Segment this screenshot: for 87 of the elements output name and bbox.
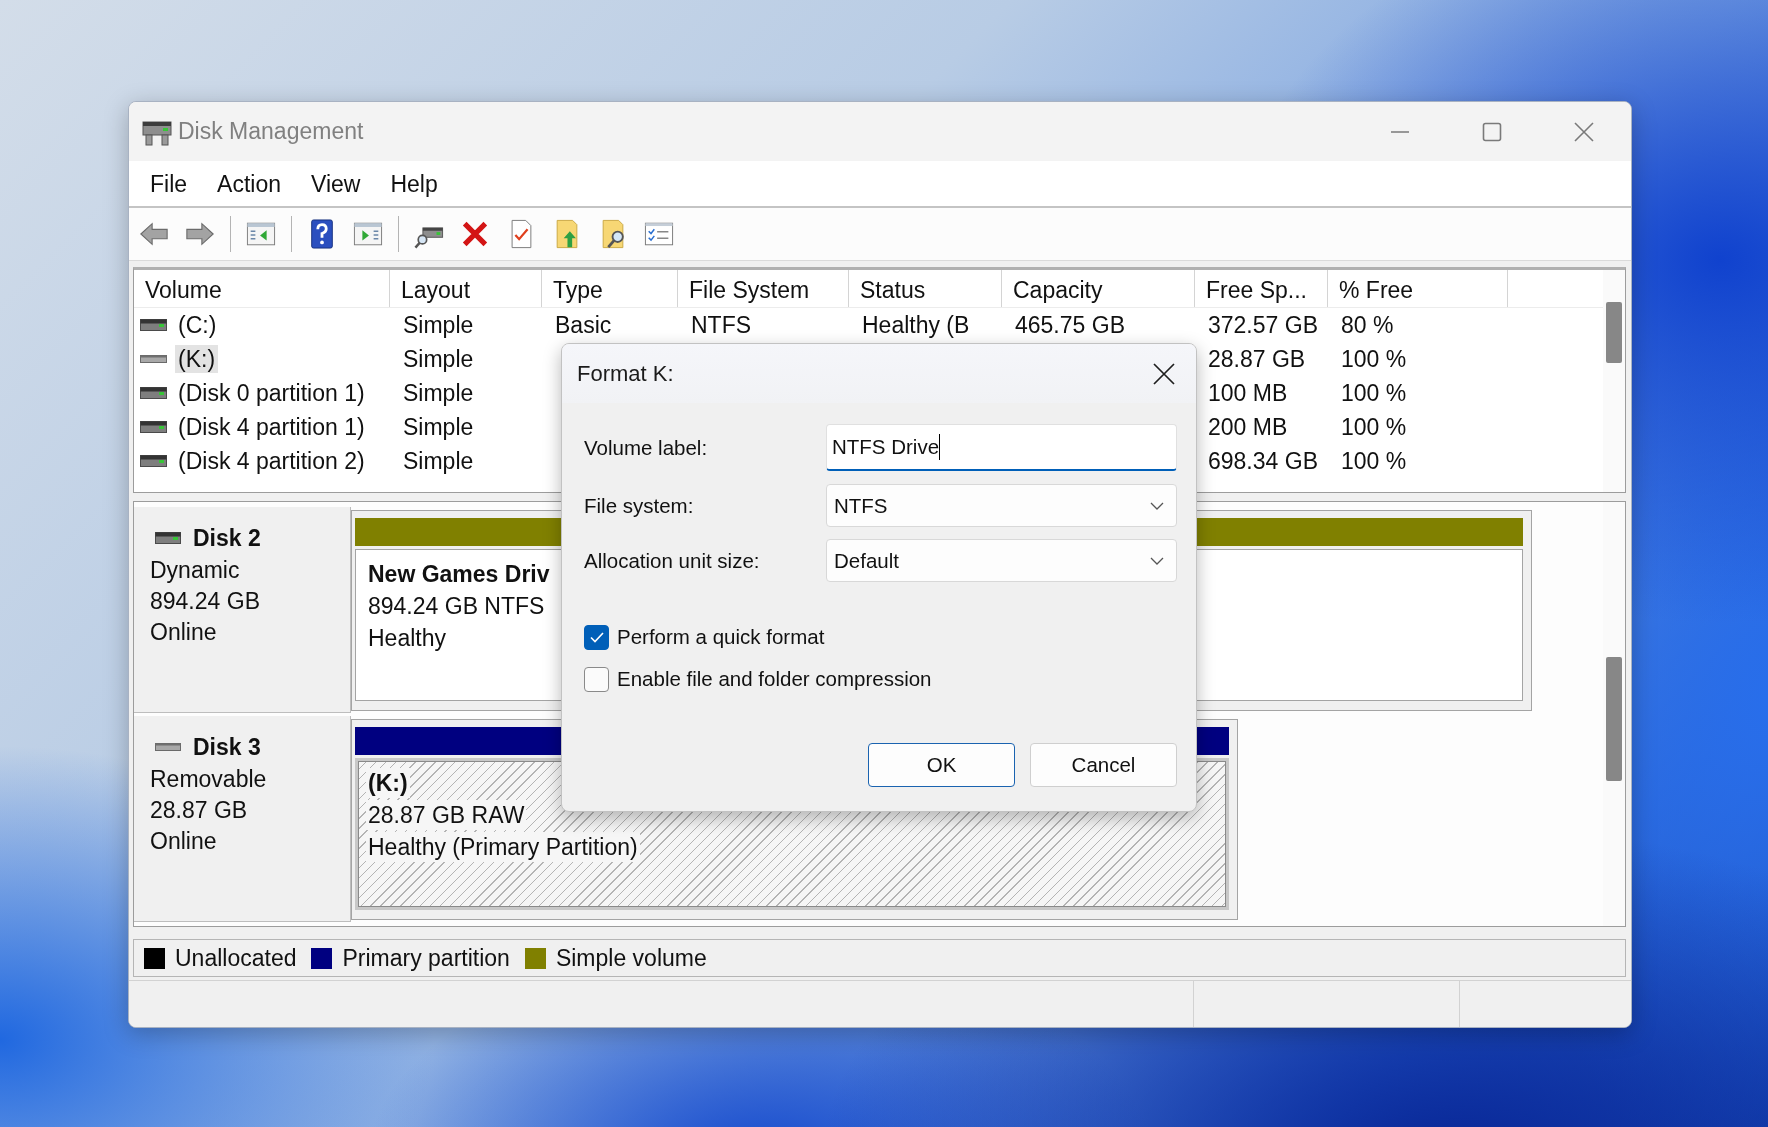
drive-icon [140,455,167,467]
menu-item[interactable]: Action [202,167,296,200]
disk-info-panel[interactable]: Disk 3 Removable 28.87 GB Online [134,716,351,922]
drive-icon [140,387,167,399]
table-cell-text: 100 MB [1208,379,1288,408]
checkbox-label[interactable]: Perform a quick format [617,625,825,649]
forward-arrow-icon[interactable] [185,219,215,249]
disk-type: Removable [150,765,268,794]
table-cell[interactable]: (Disk 4 partition 1) [175,413,368,441]
delete-icon[interactable] [460,219,490,249]
table-cell[interactable]: (Disk 0 partition 1) [175,379,368,407]
table-cell-text: Simple [403,413,474,442]
scrollbar[interactable] [1603,270,1625,492]
table-cell-text: 100 % [1341,447,1407,476]
table-cell[interactable]: (K:) [175,345,219,373]
chevron-down-icon [1150,556,1164,565]
dialog-title: Format K: [577,360,674,387]
column-header[interactable]: Status [849,270,1002,307]
column-header[interactable]: File System [678,270,849,307]
drive-icon [140,421,167,433]
legend-label: Primary partition [342,944,510,972]
dialog-button[interactable]: Cancel [1030,743,1177,787]
menu-item[interactable]: Help [375,167,453,200]
table-cell-text: Healthy (B [862,311,970,340]
table-cell-text: 200 MB [1208,413,1288,442]
table-cell-text: 698.34 GB [1208,447,1318,476]
dropdown[interactable]: NTFS [826,484,1177,527]
disk-name: Disk 3 [193,733,261,761]
drive-icon [155,532,181,544]
close-icon[interactable] [1152,361,1176,386]
column-header[interactable]: % Free [1328,270,1508,307]
table-cell-text: 465.75 GB [1015,311,1125,340]
dialog-button[interactable]: OK [868,743,1015,787]
table-cell[interactable]: (Disk 4 partition 2) [175,447,368,475]
dropdown[interactable]: Default [826,539,1177,582]
table-cell-text: 80 % [1341,311,1394,340]
table-cell-text: 372.57 GB [1208,311,1318,340]
partition-status: Healthy [367,624,447,653]
legend-label: Unallocated [175,944,297,972]
field-label: Volume label: [584,435,708,460]
checkbox[interactable] [584,624,609,650]
text-field[interactable]: NTFS Drive [826,424,1177,471]
table-cell-text: Simple [403,345,474,374]
scrollbar-thumb[interactable] [1606,302,1622,363]
checkbox-label[interactable]: Enable file and folder compression [617,667,932,691]
table-cell-text: Simple [403,447,474,476]
menu-item[interactable]: View [296,167,376,200]
disk-status: Online [150,827,218,856]
legend-label: Simple volume [555,944,707,972]
menu-item[interactable]: File [135,167,203,200]
drive-icon [155,741,181,753]
disk-type: Dynamic [150,556,241,585]
table-cell-text: Basic [555,311,612,340]
scrollbar-thumb[interactable] [1606,657,1622,781]
drive-icon [140,353,167,365]
disk-info-panel[interactable]: Disk 2 Dynamic 894.24 GB Online [134,507,351,713]
disk-name: Disk 2 [193,524,261,552]
checkmark-icon [589,631,604,643]
table-cell-text: Simple [403,379,474,408]
table-cell-text: Simple [403,311,474,340]
table-cell[interactable]: (C:) [175,311,220,339]
partition-name: (K:) [366,768,410,798]
table-cell-text: 100 % [1341,379,1407,408]
column-header[interactable]: Volume [134,270,390,307]
checkbox[interactable] [584,666,609,692]
table-cell-text: NTFS [691,311,752,340]
window-title: Disk Management [178,118,364,145]
disk-status: Online [150,618,218,647]
column-header[interactable]: Layout [390,270,542,307]
partition-details: 28.87 GB RAW [366,800,527,830]
drive-icon [140,319,167,331]
column-header[interactable]: Type [542,270,678,307]
table-cell-text: 100 % [1341,413,1407,442]
field-label: File system: [584,493,694,518]
disk-size: 894.24 GB [150,587,261,616]
column-header[interactable]: Free Sp... [1195,270,1328,307]
partition-name: New Games Driv [367,560,551,589]
partition-details: 894.24 GB NTFS [367,592,546,621]
column-header[interactable]: Capacity [1002,270,1195,307]
maximize-icon[interactable] [1482,121,1502,142]
disk-size: 28.87 GB [150,796,249,825]
field-label: Allocation unit size: [584,548,760,573]
table-cell-text: 100 % [1341,345,1407,374]
table-cell-text: 28.87 GB [1208,345,1306,374]
back-arrow-icon[interactable] [139,219,169,249]
partition-status: Healthy (Primary Partition) [366,832,640,862]
chevron-down-icon [1150,501,1164,510]
